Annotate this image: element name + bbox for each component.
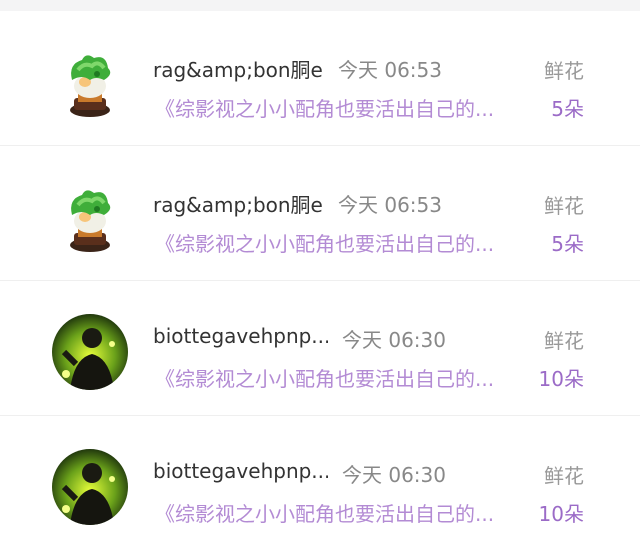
gift-record-row[interactable]: biottegavehpnp... 今天 06:30 《综影视之小小配角也要活出… bbox=[0, 281, 640, 416]
novel-title-link[interactable]: 《综影视之小小配角也要活出自己的... bbox=[155, 93, 494, 122]
timestamp: 今天 06:53 bbox=[338, 193, 442, 217]
gift-type-label: 鲜花 bbox=[544, 194, 584, 218]
gift-count: 5朵 bbox=[551, 232, 584, 256]
gift-record-row[interactable]: rag&amp;bon胴e 今天 06:53 《综影视之小小配角也要活出自己的.… bbox=[0, 146, 640, 281]
gift-type-label: 鲜花 bbox=[544, 59, 584, 83]
gift-count: 10朵 bbox=[538, 367, 584, 391]
novel-title-link[interactable]: 《综影视之小小配角也要活出自己的... bbox=[155, 363, 494, 392]
timestamp: 今天 06:30 bbox=[342, 328, 446, 352]
jade-cabbage-avatar-icon[interactable] bbox=[52, 179, 128, 255]
novel-title-link[interactable]: 《综影视之小小配角也要活出自己的... bbox=[155, 228, 494, 257]
gift-count: 10朵 bbox=[538, 502, 584, 526]
gift-record-row[interactable]: biottegavehpnp... 今天 06:30 《综影视之小小配角也要活出… bbox=[0, 416, 640, 551]
user-name[interactable]: rag&amp;bon胴e bbox=[153, 54, 323, 83]
novel-title-link[interactable]: 《综影视之小小配角也要活出自己的... bbox=[155, 498, 494, 527]
person-green-glow-avatar-icon[interactable] bbox=[52, 449, 128, 525]
timestamp: 今天 06:53 bbox=[338, 58, 442, 82]
gift-type-label: 鲜花 bbox=[544, 329, 584, 353]
jade-cabbage-avatar-icon[interactable] bbox=[52, 44, 128, 120]
top-divider-bar bbox=[0, 0, 640, 11]
person-green-glow-avatar-icon[interactable] bbox=[52, 314, 128, 390]
user-name[interactable]: biottegavehpnp... bbox=[153, 459, 328, 483]
gift-record-list: rag&amp;bon胴e 今天 06:53 《综影视之小小配角也要活出自己的.… bbox=[0, 11, 640, 553]
gift-type-label: 鲜花 bbox=[544, 464, 584, 488]
timestamp: 今天 06:30 bbox=[342, 463, 446, 487]
gift-record-row[interactable]: rag&amp;bon胴e 今天 06:53 《综影视之小小配角也要活出自己的.… bbox=[0, 11, 640, 146]
user-name[interactable]: rag&amp;bon胴e bbox=[153, 189, 323, 218]
user-name[interactable]: biottegavehpnp... bbox=[153, 324, 328, 348]
gift-count: 5朵 bbox=[551, 97, 584, 121]
